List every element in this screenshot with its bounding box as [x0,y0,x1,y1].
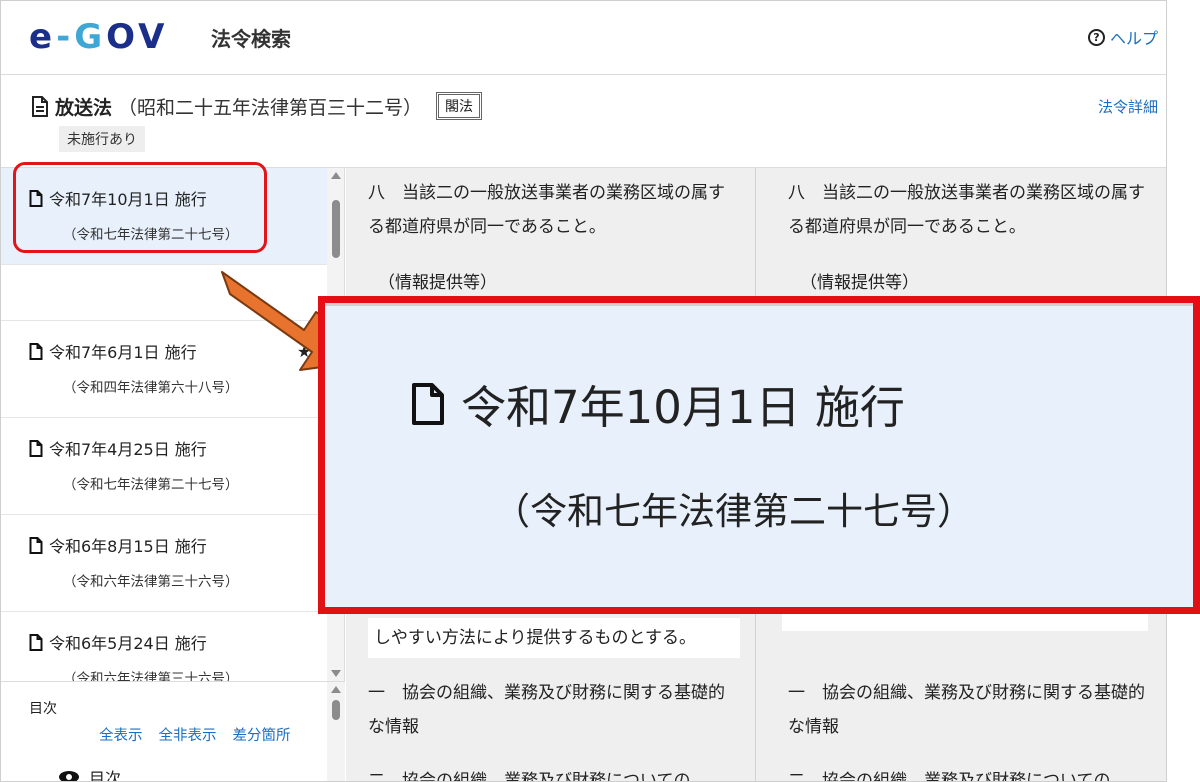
law-number: （昭和二十五年法律第百三十二号） [118,96,423,119]
provision-text: しやすい方法により提供するものとする。 [368,618,740,658]
hide-all-link[interactable]: 全非表示 [159,724,217,745]
app-title: 法令検索 [211,27,291,51]
revision-date-row: 令和6年5月24日 施行 [29,630,207,654]
zoom-law: （令和七年法律第二十七号） [493,490,974,533]
item-eight-text: 八 当該二の一般放送事業者の業務区域の属する都道府県が同一であること。 [368,183,725,237]
toc-links: 全表示 全非表示 差分箇所 [99,724,291,745]
file-icon [29,439,43,457]
revision-item[interactable]: 令和6年8月15日 施行 （令和六年法律第三十六号） [1,515,327,612]
file-icon [29,633,43,651]
toc-scrollbar[interactable] [327,682,345,781]
zoom-divider [325,303,1193,306]
revision-date: 令和7年4月25日 施行 [49,440,207,459]
revision-date-row: 令和6年8月15日 施行 [29,533,207,557]
law-name: 放送法 [55,96,113,119]
info-heading: （情報提供等） [800,273,919,293]
toc-item-label: 目次 [89,769,122,782]
law-title-bar: 放送法 （昭和二十五年法律第百三十二号） 閣法 未施行あり 法令詳細 [1,76,1166,168]
law-title: 放送法 （昭和二十五年法律第百三十二号） 閣法 [31,92,483,120]
zoom-date: 令和7年10月1日 施行 [461,381,905,434]
revision-date-row: 令和7年4月25日 施行 [29,436,207,460]
logo-text: e-GOV [29,17,169,57]
cabinet-bill-badge: 閣法 [436,92,483,120]
egov-logo[interactable]: e-GOV [29,15,168,59]
item-one-text: 一 協会の組織、業務及び財務に関する基礎的な情報 [368,683,725,737]
help-link[interactable]: ? ヘルプ [1087,25,1158,49]
item-two-text: 二 協会の組織、業務及び財務についての [368,771,691,782]
file-icon [29,342,43,360]
revision-date-row: 令和7年6月1日 施行 [29,339,197,363]
scroll-up-icon[interactable] [331,686,341,693]
scroll-down-icon[interactable] [331,670,341,677]
toc-toggle[interactable]: 目次 [59,765,122,782]
file-icon [29,536,43,554]
revision-item[interactable]: 令和6年5月24日 施行 （令和六年法律第三十六号） [1,612,327,681]
toc-label: 目次 [29,701,57,717]
toc-panel: 目次 全表示 全非表示 差分箇所 目次 [1,681,345,782]
file-icon [412,382,444,425]
question-icon: ? [1087,28,1105,46]
info-heading: （情報提供等） [378,273,497,293]
revision-law: （令和七年法律第二十七号） [63,477,239,493]
unenforced-tag: 未施行あり [59,126,145,152]
item-one-text: 一 協会の組織、業務及び財務に関する基礎的な情報 [788,683,1145,737]
show-all-link[interactable]: 全表示 [99,724,143,745]
item-eight-text: 八 当該二の一般放送事業者の業務区域の属する都道府県が同一であること。 [788,183,1145,237]
revision-date: 令和6年5月24日 施行 [49,634,207,653]
scroll-up-icon[interactable] [331,172,341,179]
eye-icon [59,771,79,781]
diff-link[interactable]: 差分箇所 [233,724,291,745]
revision-item[interactable]: 令和7年4月25日 施行 （令和七年法律第二十七号） [1,418,327,515]
revision-law: （令和六年法律第三十六号） [63,671,239,681]
revision-date: 令和6年8月15日 施行 [49,537,207,556]
revision-date: 令和7年6月1日 施行 [49,343,197,362]
zoom-date-row: 令和7年10月1日 施行 [411,371,905,436]
help-label: ヘルプ [1109,29,1158,48]
item-two-text: 二 協会の組織、業務及び財務についての [788,771,1111,782]
law-detail-link[interactable]: 法令詳細 [1098,96,1158,117]
header: e-GOV 法令検索 ? ヘルプ [1,1,1166,75]
zoom-callout: 令和7年10月1日 施行 （令和七年法律第二十七号） [318,296,1200,614]
revision-law: （令和六年法律第三十六号） [63,574,239,590]
scroll-thumb[interactable] [332,700,340,720]
document-icon [32,95,48,117]
